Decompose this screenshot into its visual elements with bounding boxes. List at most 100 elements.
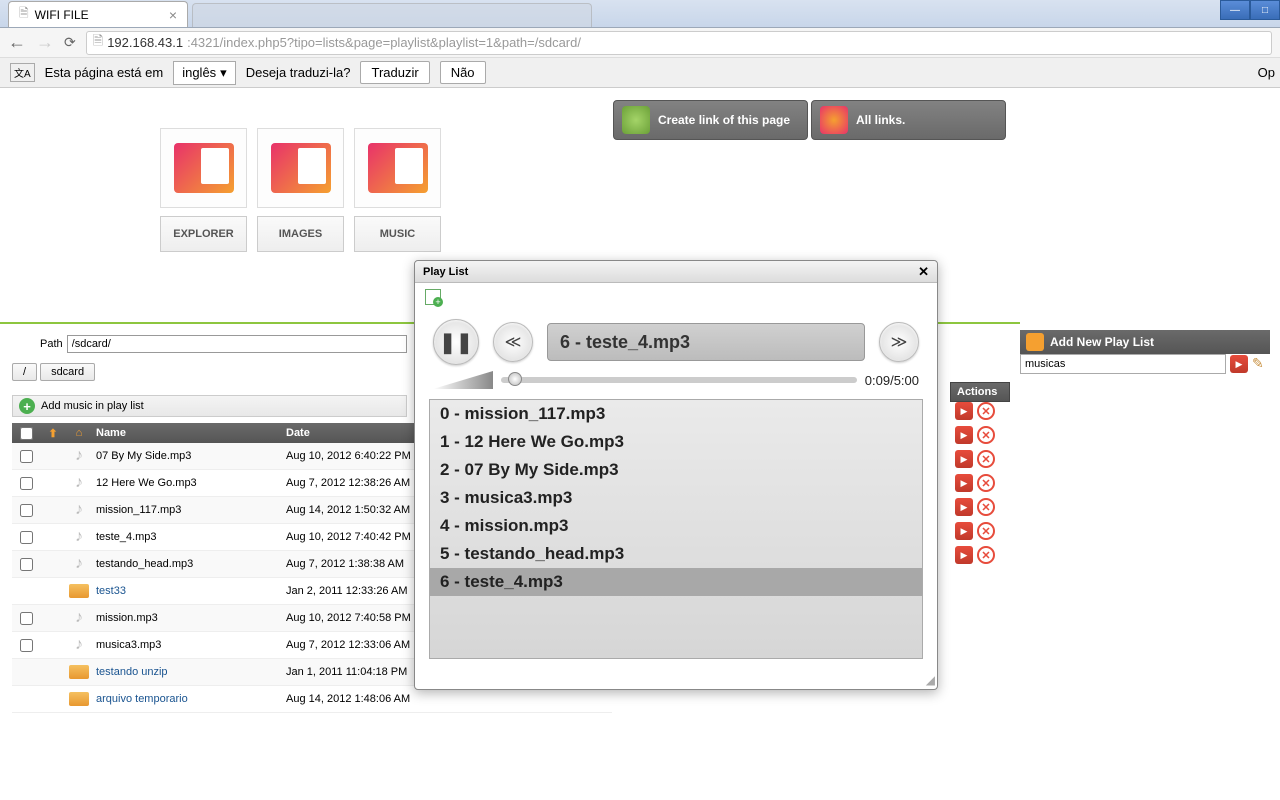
browser-tab-inactive[interactable]	[192, 3, 592, 27]
create-link-button[interactable]: Create link of this page	[613, 100, 808, 140]
path-input[interactable]	[67, 335, 407, 353]
dialog-titlebar[interactable]: Play List ✕	[415, 261, 937, 283]
delete-button[interactable]: ✕	[977, 474, 995, 492]
play-button[interactable]: ▶	[955, 426, 973, 444]
link-bar: Create link of this page All links.	[613, 100, 1006, 140]
delete-button[interactable]: ✕	[977, 498, 995, 516]
resize-handle[interactable]: ◢	[926, 673, 935, 687]
file-name[interactable]: testando_head.mp3	[92, 558, 282, 570]
prev-button[interactable]: ≪	[493, 322, 533, 362]
audio-icon: ♪	[75, 609, 83, 627]
file-name[interactable]: arquivo temporario	[92, 693, 282, 705]
add-playlist-row: ▶ ✎	[1020, 354, 1270, 374]
row-checkbox[interactable]	[20, 477, 33, 490]
dialog-title: Play List	[423, 266, 468, 278]
delete-button[interactable]: ✕	[977, 522, 995, 540]
seek-bar[interactable]	[501, 377, 857, 383]
file-name[interactable]: 07 By My Side.mp3	[92, 450, 282, 462]
track-item[interactable]: 0 - mission_117.mp3	[430, 400, 922, 428]
row-checkbox[interactable]	[20, 450, 33, 463]
track-item[interactable]: 5 - testando_head.mp3	[430, 540, 922, 568]
add-track-button[interactable]	[425, 289, 441, 305]
folder-icon	[69, 584, 89, 598]
track-list[interactable]: 0 - mission_117.mp31 - 12 Here We Go.mp3…	[429, 399, 923, 659]
play-button[interactable]: ▶	[955, 474, 973, 492]
close-tab-icon[interactable]: ×	[169, 7, 177, 23]
play-button[interactable]: ▶	[955, 522, 973, 540]
file-name[interactable]: mission.mp3	[92, 612, 282, 624]
translate-msg: Esta página está em	[45, 65, 164, 80]
delete-button[interactable]: ✕	[977, 402, 995, 420]
window-controls: — □	[1220, 0, 1280, 20]
reload-button[interactable]: ⟳	[64, 34, 76, 51]
folder-icon	[69, 692, 89, 706]
playlist-name-input[interactable]	[1020, 354, 1226, 374]
audio-icon: ♪	[75, 501, 83, 519]
file-name[interactable]: teste_4.mp3	[92, 531, 282, 543]
plus-icon: +	[19, 398, 35, 414]
playlist-play-button[interactable]: ▶	[1230, 355, 1248, 373]
browser-tab[interactable]: 🗎 WIFI FILE ×	[8, 1, 188, 27]
path-label: Path	[40, 338, 63, 350]
action-row: ▶✕	[955, 426, 995, 444]
row-checkbox[interactable]	[20, 612, 33, 625]
action-row: ▶✕	[955, 450, 995, 468]
add-music-bar[interactable]: + Add music in play list	[12, 395, 407, 417]
crumb-root[interactable]: /	[12, 363, 37, 381]
translate-button[interactable]: Traduzir	[360, 61, 429, 84]
col-name[interactable]: Name	[92, 427, 282, 439]
play-button[interactable]: ▶	[955, 546, 973, 564]
table-row[interactable]: arquivo temporarioAug 14, 2012 1:48:06 A…	[12, 686, 612, 713]
track-item[interactable]: 4 - mission.mp3	[430, 512, 922, 540]
track-item[interactable]: 3 - musica3.mp3	[430, 484, 922, 512]
track-item[interactable]: 2 - 07 By My Side.mp3	[430, 456, 922, 484]
file-name[interactable]: test33	[92, 585, 282, 597]
row-checkbox[interactable]	[20, 558, 33, 571]
play-button[interactable]: ▶	[955, 498, 973, 516]
pause-button[interactable]: ❚❚	[433, 319, 479, 365]
play-button[interactable]: ▶	[955, 402, 973, 420]
home-icon[interactable]: ⌂	[66, 427, 92, 439]
track-item[interactable]: 1 - 12 Here We Go.mp3	[430, 428, 922, 456]
up-icon[interactable]: ⬆	[40, 427, 66, 440]
file-name[interactable]: musica3.mp3	[92, 639, 282, 651]
delete-button[interactable]: ✕	[977, 546, 995, 564]
delete-button[interactable]: ✕	[977, 450, 995, 468]
nav-card-images[interactable]: IMAGES	[257, 128, 344, 252]
file-name[interactable]: mission_117.mp3	[92, 504, 282, 516]
volume-slider[interactable]	[433, 371, 493, 389]
url-input[interactable]: 🗎 192.168.43.1:4321/index.php5?tipo=list…	[86, 31, 1272, 55]
back-button[interactable]: ←	[8, 32, 26, 53]
nav-cards: EXPLORER IMAGES MUSIC	[160, 128, 441, 252]
playlist-edit-button[interactable]: ✎	[1252, 355, 1270, 373]
actions-column: ▶✕▶✕▶✕▶✕▶✕▶✕▶✕	[955, 402, 995, 564]
file-name[interactable]: testando unzip	[92, 666, 282, 678]
row-checkbox[interactable]	[20, 531, 33, 544]
translate-no-button[interactable]: Não	[440, 61, 486, 84]
all-links-button[interactable]: All links.	[811, 100, 1006, 140]
select-all-checkbox[interactable]	[20, 427, 33, 440]
playlist-dialog: Play List ✕ ❚❚ ≪ 6 - teste_4.mp3 ≫ 0:09/…	[414, 260, 938, 690]
delete-button[interactable]: ✕	[977, 426, 995, 444]
nav-card-explorer[interactable]: EXPLORER	[160, 128, 247, 252]
play-button[interactable]: ▶	[955, 450, 973, 468]
page-icon: 🗎	[19, 4, 29, 25]
row-checkbox[interactable]	[20, 639, 33, 652]
next-button[interactable]: ≫	[879, 322, 919, 362]
track-item[interactable]: 6 - teste_4.mp3	[430, 568, 922, 596]
minimize-button[interactable]: —	[1220, 0, 1250, 20]
seek-row: 0:09/5:00	[415, 369, 937, 395]
close-icon[interactable]: ✕	[918, 264, 929, 280]
nav-card-music[interactable]: MUSIC	[354, 128, 441, 252]
language-select[interactable]: inglês▾	[173, 61, 236, 85]
translate-icon: 文A	[10, 63, 35, 82]
translate-options[interactable]: Op	[1258, 65, 1275, 80]
forward-button[interactable]: →	[36, 32, 54, 53]
crumb-sdcard[interactable]: sdcard	[40, 363, 95, 381]
maximize-button[interactable]: □	[1250, 0, 1280, 20]
time-display: 0:09/5:00	[865, 373, 919, 388]
file-name[interactable]: 12 Here We Go.mp3	[92, 477, 282, 489]
links-icon	[820, 106, 848, 134]
row-checkbox[interactable]	[20, 504, 33, 517]
seek-knob[interactable]	[508, 372, 522, 386]
